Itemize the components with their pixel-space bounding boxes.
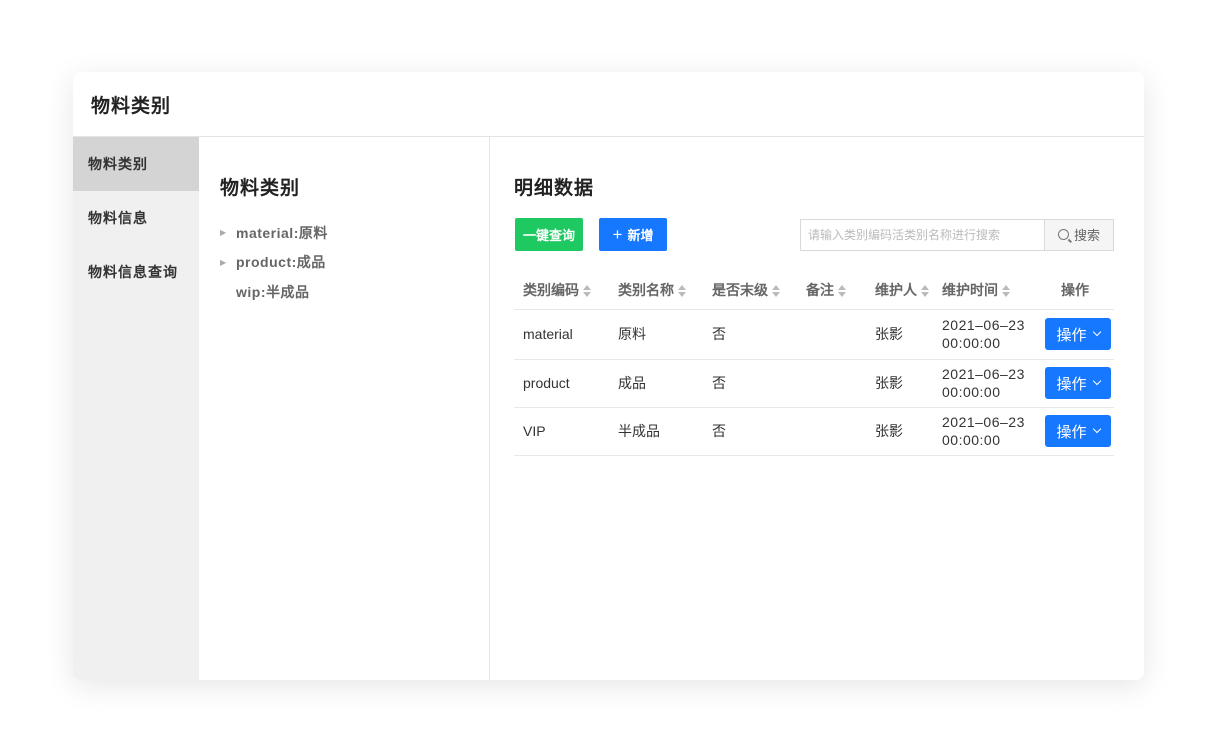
row-action-dropdown[interactable]: 操作 [1045,318,1111,350]
chevron-down-icon [1092,376,1101,386]
cell-name: 半成品 [609,407,703,456]
sidebar-item-label: 物料信息 [88,210,148,226]
plus-icon: + [612,225,623,244]
cell-time-text: 00:00:00 [942,384,1001,400]
cell-name: 原料 [609,309,703,360]
cell-code: product [514,359,609,408]
tree-node-material[interactable]: ▶ material:原料 [220,218,489,248]
category-tree-panel: 物料类别 ▶ material:原料 ▶ product:成品 wip:半成品 [199,137,490,680]
column-header-label: 是否末级 [712,281,768,298]
search-input[interactable] [800,218,1044,251]
cell-maintainer: 张影 [866,407,933,456]
cell-remark [797,407,866,456]
cell-date-text: 2021–06–23 [942,366,1025,382]
sort-icon[interactable] [921,285,929,298]
sort-icon[interactable] [1002,285,1010,298]
page-title: 物料类别 [91,95,172,117]
cell-maintainer: 张影 [866,359,933,408]
column-header-name[interactable]: 类别名称 [609,271,703,310]
row-action-dropdown[interactable]: 操作 [1045,415,1111,447]
quick-query-button[interactable]: 一键查询 [515,218,583,251]
cell-remark [797,359,866,408]
toolbar: 一键查询 + 新增 搜索 [514,218,1114,251]
sidebar-item-material-query[interactable]: 物料信息查询 [73,245,199,299]
chevron-down-icon [1092,424,1101,434]
add-button[interactable]: + 新增 [599,218,667,251]
cell-is-leaf: 否 [703,407,797,456]
material-category-card: 物料类别 物料类别 物料信息 物料信息查询 物料类别 ▶ material:原料… [73,72,1144,680]
row-action-dropdown[interactable]: 操作 [1045,367,1111,399]
column-header-label: 类别编码 [523,281,579,298]
caret-right-icon[interactable]: ▶ [220,258,236,267]
column-header-label: 备注 [806,281,834,298]
column-header-action: 操作 [1036,271,1114,310]
column-header-remark[interactable]: 备注 [797,271,866,310]
cell-code: material [514,309,609,360]
cell-date-text: 2021–06–23 [942,414,1025,430]
sidebar-item-label: 物料类别 [88,156,148,172]
cell-date-text: 2021–06–23 [942,317,1025,333]
table-row: product 成品 否 张影 2021–06–23 00:00:00 操作 [514,359,1114,408]
action-label: 操作 [1056,326,1087,344]
cell-time: 2021–06–23 00:00:00 [933,359,1036,408]
column-header-is-leaf[interactable]: 是否末级 [703,271,797,310]
cell-action: 操作 [1036,407,1114,456]
chevron-down-icon [1092,327,1101,337]
sidebar-item-material-category[interactable]: 物料类别 [73,137,199,191]
cell-remark [797,309,866,360]
cell-action: 操作 [1036,359,1114,408]
caret-right-icon[interactable]: ▶ [220,228,236,237]
detail-panel: 明细数据 一键查询 + 新增 搜索 [490,137,1144,680]
sort-icon[interactable] [583,285,591,298]
cell-time-text: 00:00:00 [942,335,1001,351]
sort-icon[interactable] [678,285,686,298]
tree-node-label: product:成品 [236,254,326,271]
detail-title: 明细数据 [514,178,595,199]
column-header-label: 维护时间 [942,281,998,298]
sidebar-item-material-info[interactable]: 物料信息 [73,191,199,245]
cell-time-text: 00:00:00 [942,432,1001,448]
cell-is-leaf: 否 [703,309,797,360]
sidebar: 物料类别 物料信息 物料信息查询 [73,137,199,680]
table-row: VIP 半成品 否 张影 2021–06–23 00:00:00 操作 [514,407,1114,456]
cell-time: 2021–06–23 00:00:00 [933,309,1036,360]
cell-code: VIP [514,407,609,456]
tree-node-label: material:原料 [236,224,328,241]
column-header-label: 维护人 [875,281,917,298]
tree-node-label: wip:半成品 [236,283,310,300]
column-header-label: 类别名称 [618,281,674,298]
sort-icon[interactable] [772,285,780,298]
search-group: 搜索 [800,218,1114,251]
tree-title: 物料类别 [220,178,301,199]
table-header-row: 类别编码 类别名称 是否末级 备注 维护人 维护时间 操作 [514,271,1114,310]
column-header-maintainer[interactable]: 维护人 [866,271,933,310]
cell-maintainer: 张影 [866,309,933,360]
card-body: 物料类别 物料信息 物料信息查询 物料类别 ▶ material:原料 ▶ pr… [73,137,1144,680]
card-header: 物料类别 [73,72,1144,137]
detail-table: 类别编码 类别名称 是否末级 备注 维护人 维护时间 操作 material 原… [514,271,1114,456]
cell-action: 操作 [1036,309,1114,360]
sort-icon[interactable] [838,285,846,298]
sidebar-item-label: 物料信息查询 [88,264,178,280]
search-button[interactable]: 搜索 [1044,218,1114,251]
action-label: 操作 [1056,375,1087,393]
cell-time: 2021–06–23 00:00:00 [933,407,1036,456]
tree-node-wip[interactable]: wip:半成品 [220,277,489,307]
cell-is-leaf: 否 [703,359,797,408]
action-label: 操作 [1056,423,1087,441]
tree-node-product[interactable]: ▶ product:成品 [220,248,489,278]
add-button-label: 新增 [627,228,654,243]
column-header-time[interactable]: 维护时间 [933,271,1036,310]
column-header-code[interactable]: 类别编码 [514,271,609,310]
cell-name: 成品 [609,359,703,408]
search-button-label: 搜索 [1073,228,1100,243]
search-icon [1057,229,1069,240]
table-row: material 原料 否 张影 2021–06–23 00:00:00 操作 [514,309,1114,360]
